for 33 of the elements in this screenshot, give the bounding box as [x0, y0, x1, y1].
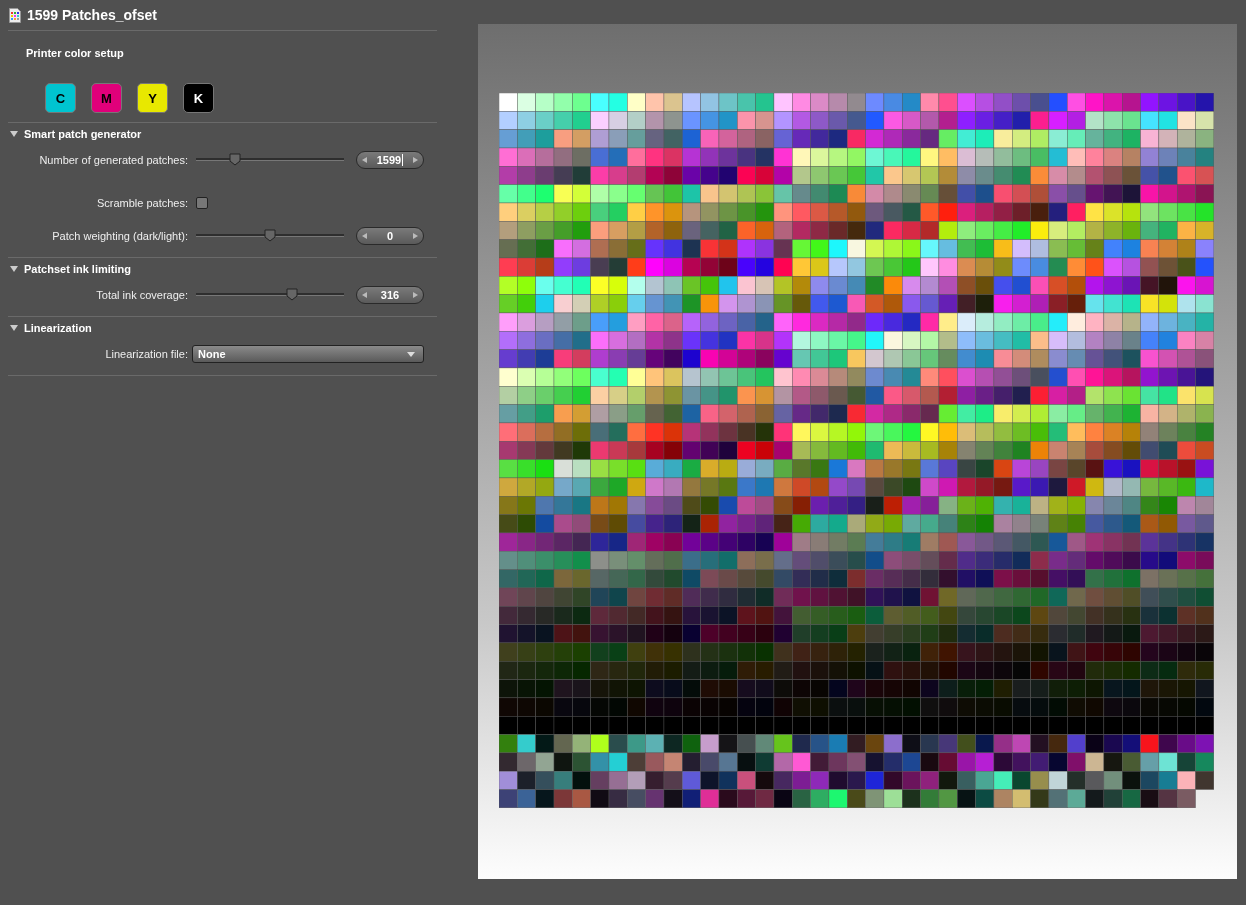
control-label: Linearization file: [104, 348, 188, 360]
dropdown[interactable]: None [192, 345, 424, 363]
ink-swatch[interactable]: M [91, 83, 122, 113]
disclosure-triangle-icon[interactable] [10, 265, 18, 273]
document-title: 1599 Patches_ofset [27, 7, 157, 23]
caret-icon [407, 351, 415, 357]
ink-swatch[interactable]: Y [137, 83, 168, 113]
disclosure-triangle-icon[interactable] [10, 130, 18, 138]
number-stepper[interactable]: 316 [356, 286, 424, 304]
left-arrow-icon[interactable] [362, 157, 367, 163]
section-title: Linearization [24, 322, 92, 334]
number-stepper[interactable]: 1599 [356, 151, 424, 169]
document-icon [9, 7, 21, 23]
control-label: Total ink coverage: [95, 289, 188, 301]
left-arrow-icon[interactable] [362, 233, 367, 239]
disclosure-triangle-icon[interactable] [10, 324, 18, 332]
ink-swatch[interactable]: K [183, 83, 214, 113]
section-title: Patchset ink limiting [24, 263, 131, 275]
right-arrow-icon[interactable] [413, 292, 418, 298]
right-arrow-icon[interactable] [413, 157, 418, 163]
left-arrow-icon[interactable] [362, 292, 367, 298]
control-label: Scramble patches: [95, 197, 188, 209]
control-label: Number of generated patches: [38, 154, 188, 166]
right-arrow-icon[interactable] [413, 233, 418, 239]
slider-thumb[interactable] [228, 153, 241, 166]
section-heading: Printer color setup [26, 47, 124, 59]
control-label: Patch weighting (dark/light): [51, 230, 188, 242]
number-stepper[interactable]: 0 [356, 227, 424, 245]
slider-thumb[interactable] [264, 229, 276, 242]
section-title: Smart patch generator [24, 128, 142, 140]
checkbox[interactable] [196, 197, 208, 209]
slider-thumb[interactable] [285, 288, 298, 301]
ink-swatch[interactable]: C [45, 83, 76, 113]
